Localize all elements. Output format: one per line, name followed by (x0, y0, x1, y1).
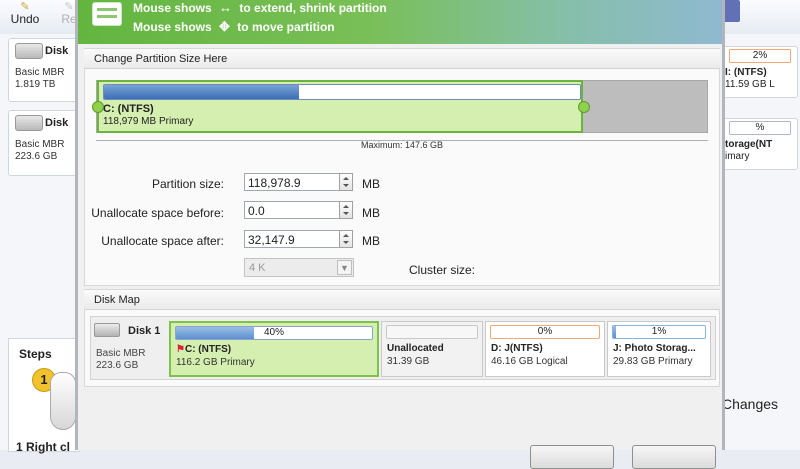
move-resize-partition-dialog: Mouse shows ↔ to extend, shrink partitio… (75, 0, 725, 469)
usage-fill (176, 327, 255, 339)
disk-map-disk-type: Basic MBR (96, 348, 146, 359)
partition-tool-icon (92, 2, 122, 26)
disk-map-partition-d[interactable]: 0% D: J(NTFS) 46.16 GB Logical (485, 321, 605, 377)
step-instruction: 1 Right cl (16, 440, 71, 454)
chevron-down-icon: ▼ (337, 260, 352, 275)
steps-title: Steps (19, 347, 52, 361)
hard-disk-icon (15, 115, 43, 131)
usage-percent: 0% (537, 326, 553, 337)
partition-size-label: Partition size: (151, 177, 224, 191)
ok-button[interactable] (530, 445, 614, 469)
disk-map-partition-j[interactable]: 1% J: Photo Storag... 29.83 GB Primary (607, 321, 711, 377)
disk-card-name: Disk (45, 117, 69, 129)
cluster-size-select[interactable]: 4 K ▼ (244, 258, 354, 277)
usage-fill (613, 326, 616, 338)
move-cursor-icon: ✥ (219, 19, 230, 34)
disk-card-type: Basic MBR (15, 139, 65, 150)
disk-card-type: Basic MBR (15, 67, 65, 78)
resize-partition-name: C: (NTFS) (103, 103, 154, 115)
maximum-size-label: Maximum: 147.6 GB (360, 140, 444, 150)
partition-info: 29.83 GB Primary (613, 356, 693, 367)
partition-list-panel: 2% I: (NTFS) 11.59 GB L % torage(NT imar… (720, 34, 800, 450)
resize-partition-info: 118,979 MB Primary (103, 116, 194, 127)
hard-disk-icon (94, 323, 120, 337)
partition-info: 46.16 GB Logical (491, 356, 568, 367)
cluster-size-value: 4 K (249, 262, 266, 274)
resize-cursor-icon: ↔ (219, 0, 233, 15)
resize-used-bar (103, 84, 581, 100)
disk-map-title: Disk Map (84, 290, 720, 310)
resize-used-fill (104, 85, 300, 99)
partition-info: 116.2 GB Primary (176, 357, 255, 368)
partition-size-unit: MB (362, 177, 380, 191)
space-after-spinner[interactable] (339, 230, 353, 248)
mouse-icon (50, 372, 76, 430)
undo-icon: ✎ (20, 1, 30, 13)
resize-partition-block[interactable]: C: (NTFS) 118,979 MB Primary (97, 80, 583, 133)
hard-disk-icon (15, 43, 43, 59)
usage-bar: 0% (490, 325, 600, 339)
space-before-label: Unallocate space before: (91, 206, 224, 220)
space-before-unit: MB (362, 206, 380, 220)
space-after-unit: MB (362, 234, 380, 248)
banner-hint-text: to extend, shrink partition (239, 1, 387, 15)
partition-name: torage(NT (725, 139, 773, 150)
space-before-input[interactable]: 0.0 (244, 201, 340, 219)
disk-map-disk-info: Disk 1 Basic MBR 223.6 GB (94, 322, 166, 376)
cancel-button[interactable] (632, 445, 716, 469)
banner-hint-move: Mouse shows ✥ to move partition (133, 19, 335, 35)
resize-right-handle[interactable] (578, 101, 590, 113)
partition-info: 11.59 GB L (725, 79, 775, 90)
disk-card-size: 1.819 TB (15, 79, 56, 90)
disk-map-disk-size: 223.6 GB (96, 360, 139, 371)
partition-name: D: J(NTFS) (491, 343, 543, 354)
usage-percent: 40% (263, 327, 284, 338)
usage-bar (386, 325, 478, 339)
resize-group-title: Change Partition Size Here (84, 49, 720, 69)
usage-percent: 1% (651, 326, 667, 337)
flag-icon: ⚑ (176, 344, 185, 355)
dialog-banner: Mouse shows ↔ to extend, shrink partitio… (78, 0, 722, 44)
space-after-label: Unallocate space after: (101, 234, 224, 248)
disk-card-name: Disk (45, 45, 69, 57)
space-after-input[interactable]: 32,147.9 (244, 230, 340, 248)
apply-changes-label[interactable]: Changes (722, 396, 778, 412)
partition-size-input[interactable]: 118,978.9 (244, 173, 340, 191)
partition-info: 31.39 GB (387, 356, 430, 367)
cluster-size-label: Cluster size: (409, 263, 476, 277)
banner-hint-text: Mouse shows (133, 20, 212, 34)
partition-name: Unallocated (387, 343, 444, 354)
banner-hint-text: to move partition (237, 20, 335, 34)
usage-bar: 1% (612, 325, 706, 339)
undo-label: Undo (10, 12, 40, 26)
usage-bar: 40% (175, 326, 373, 340)
undo-button[interactable]: ✎ Undo (4, 0, 46, 34)
space-before-spinner[interactable] (339, 201, 353, 219)
partition-info: imary (725, 151, 750, 162)
disk-map-partition-unallocated[interactable]: Unallocated 31.39 GB (381, 321, 483, 377)
partition-name: J: Photo Storag... (613, 343, 696, 354)
partition-size-spinner[interactable] (339, 173, 353, 191)
banner-hint-text: Mouse shows (133, 1, 212, 15)
disk-card-size: 223.6 GB (15, 151, 58, 162)
partition-name: I: (NTFS) (725, 67, 767, 78)
banner-hint-resize: Mouse shows ↔ to extend, shrink partitio… (133, 0, 387, 15)
usage-bar: % (729, 121, 791, 135)
right-partition-card-0[interactable]: 2% I: (NTFS) 11.59 GB L (720, 46, 798, 98)
usage-bar: 2% (729, 49, 791, 63)
resize-left-handle[interactable] (92, 101, 104, 113)
disk-map-partition-c[interactable]: 40% ⚑C: (NTFS) 116.2 GB Primary (169, 321, 379, 377)
partition-name: C: (NTFS) (184, 344, 232, 355)
disk-map-disk-name: Disk 1 (128, 325, 161, 337)
right-partition-card-1[interactable]: % torage(NT imary (720, 118, 798, 170)
